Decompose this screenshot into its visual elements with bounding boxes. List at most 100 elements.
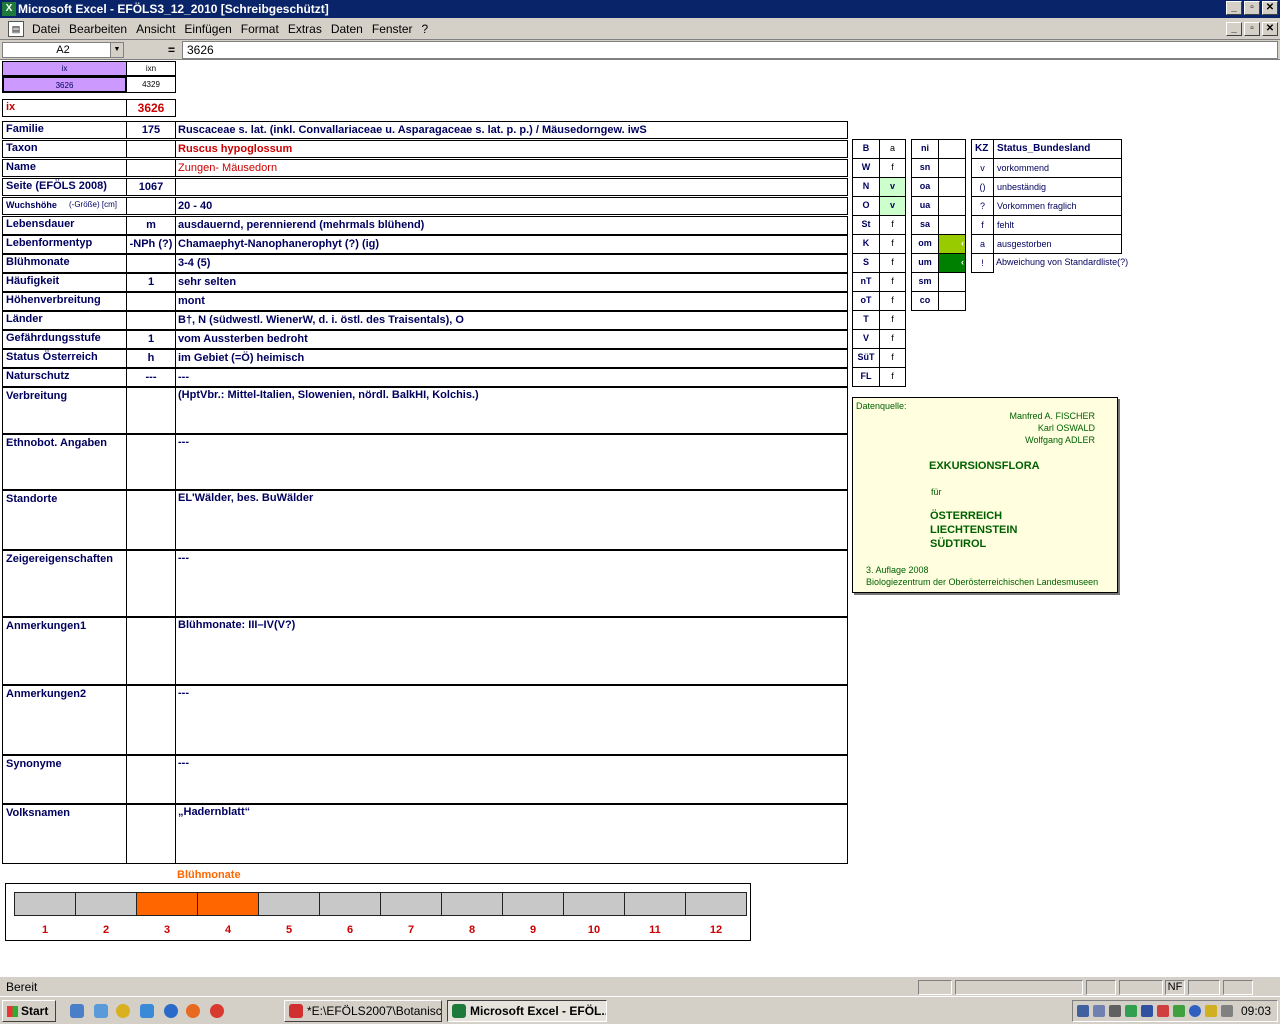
row-code[interactable] (126, 254, 176, 273)
name-box[interactable]: A2 ▼ (2, 42, 124, 58)
region-code[interactable]: om (911, 234, 939, 254)
region-value[interactable]: ‹ (938, 253, 966, 273)
state-value[interactable]: f (879, 215, 906, 235)
row-code[interactable]: 1 (126, 273, 176, 292)
row-text[interactable]: ausdauernd, perennierend (mehrmals blühe… (175, 216, 848, 235)
row-code[interactable] (126, 685, 176, 755)
tray-icon-2[interactable] (1093, 1005, 1105, 1017)
row-code[interactable]: 175 (126, 121, 176, 139)
quicklaunch-icon-4[interactable] (140, 1004, 154, 1018)
firefox-icon[interactable] (186, 1004, 200, 1018)
menu-extras[interactable]: Extras (288, 22, 322, 36)
region-value[interactable] (938, 272, 966, 292)
row-code[interactable]: 1 (126, 330, 176, 349)
state-value[interactable]: f (879, 310, 906, 330)
quicklaunch-icon-1[interactable] (70, 1004, 84, 1018)
row-code[interactable] (126, 140, 176, 158)
row-code[interactable] (126, 387, 176, 434)
row-text[interactable]: vom Aussterben bedroht (175, 330, 848, 349)
state-value[interactable]: f (879, 253, 906, 273)
state-value[interactable]: f (879, 272, 906, 292)
region-code[interactable]: sm (911, 272, 939, 292)
search-icon[interactable] (1109, 1005, 1121, 1017)
tray-icon-7[interactable] (1173, 1005, 1185, 1017)
state-value[interactable]: f (879, 329, 906, 349)
ixn-header[interactable]: ixn (126, 61, 176, 76)
menu-daten[interactable]: Daten (331, 22, 363, 36)
task-botanisc[interactable]: *E:\EFÖLS2007\Botanisc... (284, 1000, 442, 1022)
warning-icon[interactable] (1205, 1005, 1217, 1017)
doc-restore-button[interactable]: ▫ (1244, 22, 1260, 36)
row-text[interactable]: Ruscus hypoglossum (175, 140, 848, 158)
row-code[interactable] (126, 292, 176, 311)
row-code[interactable]: --- (126, 368, 176, 387)
state-value[interactable]: f (879, 234, 906, 254)
state-code[interactable]: N (852, 177, 880, 197)
row-code[interactable] (126, 159, 176, 177)
row-text[interactable]: --- (175, 434, 848, 490)
close-button[interactable]: ✕ (1262, 1, 1278, 15)
row-text[interactable]: (HptVbr.: Mittel-Italien, Slowenien, nör… (175, 387, 848, 434)
menu-datei[interactable]: Datei (32, 22, 60, 36)
region-code[interactable]: co (911, 291, 939, 311)
maximize-button[interactable]: ▫ (1244, 1, 1260, 15)
chrome-icon[interactable] (210, 1004, 224, 1018)
row-text[interactable]: sehr selten (175, 273, 848, 292)
media-player-icon[interactable] (116, 1004, 130, 1018)
row-code[interactable] (126, 617, 176, 685)
state-code[interactable]: T (852, 310, 880, 330)
row-code[interactable] (126, 550, 176, 617)
row-code[interactable]: -NPh (?) (126, 235, 176, 254)
row-code[interactable]: m (126, 216, 176, 235)
internet-explorer-icon[interactable] (164, 1004, 178, 1018)
minimize-button[interactable]: _ (1226, 1, 1242, 15)
state-value[interactable]: f (879, 367, 906, 387)
state-code[interactable]: nT (852, 272, 880, 292)
region-code[interactable]: ni (911, 139, 939, 159)
region-code[interactable]: ua (911, 196, 939, 216)
row-code[interactable] (126, 755, 176, 804)
row-code[interactable] (126, 311, 176, 330)
row-text[interactable]: 20 - 40 (175, 197, 848, 215)
row-code[interactable] (126, 490, 176, 550)
state-value[interactable]: f (879, 158, 906, 178)
chevron-down-icon[interactable]: ▼ (110, 43, 123, 57)
ixn-cell[interactable]: 4329 (126, 76, 176, 93)
state-code[interactable]: St (852, 215, 880, 235)
region-code[interactable]: sa (911, 215, 939, 235)
row-text[interactable]: EL'Wälder, bes. BuWälder (175, 490, 848, 550)
row-text[interactable]: mont (175, 292, 848, 311)
network-icon[interactable] (1077, 1005, 1089, 1017)
document-icon[interactable]: ▤ (8, 21, 24, 37)
row-text[interactable]: Zungen- Mäusedorn (175, 159, 848, 177)
region-value[interactable] (938, 139, 966, 159)
state-code[interactable]: SüT (852, 348, 880, 368)
row-text[interactable]: Blühmonate: III–IV(V?) (175, 617, 848, 685)
row-text[interactable]: „Hadernblatt“ (175, 804, 848, 864)
state-code[interactable]: O (852, 196, 880, 216)
row-code[interactable] (126, 197, 176, 215)
menu-format[interactable]: Format (241, 22, 279, 36)
menu-ansicht[interactable]: Ansicht (136, 22, 175, 36)
region-code[interactable]: oa (911, 177, 939, 197)
region-value[interactable] (938, 177, 966, 197)
row-code[interactable]: h (126, 349, 176, 368)
state-code[interactable]: FL (852, 367, 880, 387)
region-value[interactable] (938, 158, 966, 178)
shield-icon[interactable] (1141, 1005, 1153, 1017)
doc-close-button[interactable]: ✕ (1262, 22, 1278, 36)
region-code[interactable]: sn (911, 158, 939, 178)
worksheet[interactable]: ix ixn 3626 4329 ix 3626 Familie 175 Rusca… (0, 60, 1280, 976)
ix-header[interactable]: ix (2, 61, 127, 76)
row-text[interactable] (175, 178, 848, 196)
state-code[interactable]: B (852, 139, 880, 159)
state-value[interactable]: v (879, 196, 906, 216)
state-code[interactable]: V (852, 329, 880, 349)
region-value[interactable] (938, 291, 966, 311)
menu-bearbeiten[interactable]: Bearbeiten (69, 22, 127, 36)
excel-app-icon[interactable]: X (2, 2, 16, 16)
state-code[interactable]: W (852, 158, 880, 178)
info-icon[interactable] (1189, 1005, 1201, 1017)
state-value[interactable]: v (879, 177, 906, 197)
state-code[interactable]: K (852, 234, 880, 254)
